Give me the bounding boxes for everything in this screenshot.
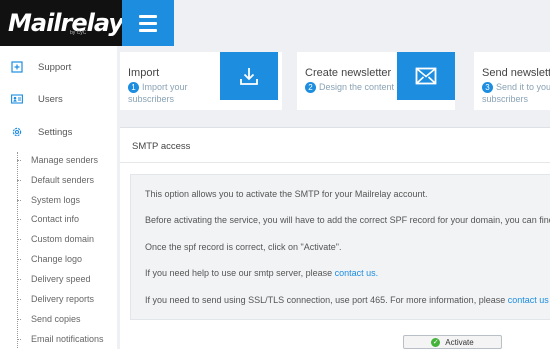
card-title: Send newsletter [482, 67, 550, 79]
sidebar-item-label: Support [38, 61, 72, 73]
download-icon [240, 68, 258, 85]
sidebar-subitem[interactable]: System logs [17, 193, 80, 207]
sidebar-subitem[interactable]: Manage senders [17, 153, 98, 167]
card-send-newsletter[interactable]: Send newsletter 3Send it to your subscri… [474, 52, 550, 110]
sidebar-subitem[interactable]: Delivery reports [17, 292, 94, 306]
sidebar-item-support[interactable]: Support [0, 56, 117, 78]
info-text: Once the spf record is correct, click on… [145, 242, 342, 252]
divider [120, 162, 550, 163]
card-subtitle: 2 Design the content [305, 81, 405, 93]
sidebar-subitem[interactable]: Send copies [17, 312, 81, 326]
sidebar-item-users[interactable]: Users [0, 88, 117, 110]
sidebar-subitem[interactable]: Default senders [17, 173, 94, 187]
panel-title: SMTP access [132, 141, 191, 152]
logo-byline: by CyC [70, 30, 87, 36]
sidebar: Support Users Settings Manage senders De… [0, 46, 117, 349]
smtp-access-panel: SMTP access This option allows you to ac… [120, 127, 550, 349]
sidebar-subitem[interactable]: Delivery speed [17, 272, 91, 286]
contact-us-link[interactable]: contact us. [335, 268, 379, 278]
card-title: Create newsletter [305, 67, 392, 79]
hamburger-icon [139, 14, 157, 18]
info-text: If you need help to use our smtp server,… [145, 268, 379, 278]
sidebar-item-label: Users [38, 93, 63, 105]
sidebar-subitem[interactable]: Email notifications [17, 332, 104, 346]
sidebar-item-settings[interactable]: Settings [0, 121, 117, 143]
sidebar-subitem[interactable]: Custom domain [17, 232, 94, 246]
envelope-icon [415, 67, 437, 85]
card-action-button[interactable] [397, 52, 455, 100]
check-icon: ✓ [431, 337, 441, 347]
gear-icon [12, 127, 22, 137]
card-subtitle: 3 Send it to your subscribers [482, 82, 550, 104]
user-card-icon [11, 94, 23, 104]
card-subtitle: 1 Import your subscribers [128, 82, 188, 104]
card-title: Import [128, 67, 160, 79]
card-action-button[interactable] [220, 52, 278, 100]
card-import[interactable]: Import 1 Import your subscribers [120, 52, 282, 110]
plus-square-icon [11, 61, 23, 73]
hamburger-menu-button[interactable] [122, 0, 174, 46]
sidebar-subitem[interactable]: Contact info [17, 212, 79, 226]
smtp-info-box: This option allows you to activate the S… [130, 174, 550, 320]
logo[interactable]: Mailrelay by CyC [0, 0, 124, 46]
info-text: If you need to send using SSL/TLS connec… [145, 295, 549, 305]
sidebar-item-label: Settings [38, 126, 73, 138]
info-text: This option allows you to activate the S… [145, 189, 428, 199]
logo-text: Mailrelay [8, 9, 124, 37]
info-text: Before activating the service, you will … [145, 215, 550, 225]
contact-us-link[interactable]: contact us [508, 295, 549, 305]
card-create-newsletter[interactable]: Create newsletter 2 Design the content [297, 52, 455, 110]
sidebar-subitem[interactable]: Change logo [17, 252, 82, 266]
activate-button[interactable]: ✓ Activate [403, 335, 502, 349]
